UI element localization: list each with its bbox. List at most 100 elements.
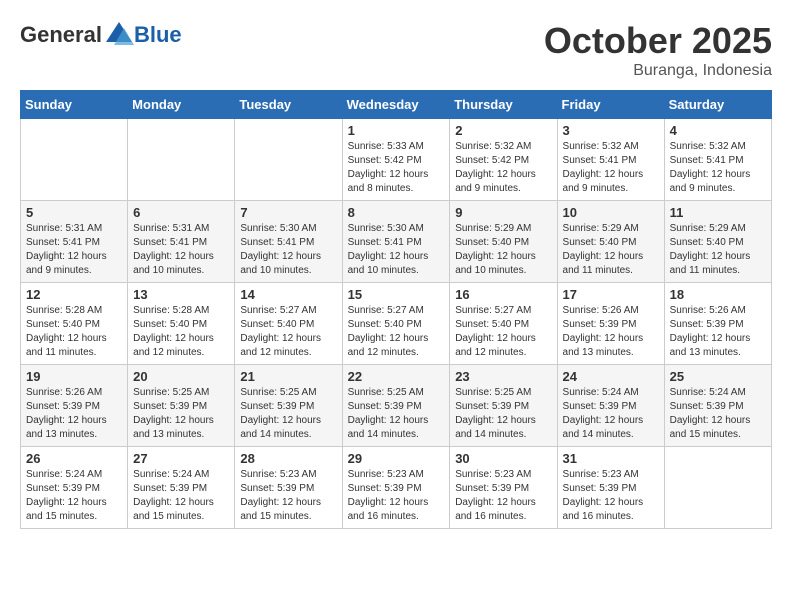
day-number: 30 (455, 451, 551, 466)
day-number: 23 (455, 369, 551, 384)
day-info: Sunrise: 5:31 AM Sunset: 5:41 PM Dayligh… (26, 222, 122, 278)
day-info: Sunrise: 5:23 AM Sunset: 5:39 PM Dayligh… (563, 468, 659, 524)
day-info: Sunrise: 5:25 AM Sunset: 5:39 PM Dayligh… (240, 386, 336, 442)
calendar-cell: 1 Sunrise: 5:33 AM Sunset: 5:42 PM Daylig… (342, 119, 450, 201)
day-number: 19 (26, 369, 122, 384)
calendar-cell: 9 Sunrise: 5:29 AM Sunset: 5:40 PM Daylig… (450, 201, 557, 283)
day-number: 25 (670, 369, 766, 384)
day-number: 6 (133, 205, 229, 220)
weekday-header-sunday: Sunday (21, 91, 128, 119)
day-number: 16 (455, 287, 551, 302)
calendar-cell: 16Sunrise: 5:27 AM Sunset: 5:40 PM Dayli… (450, 283, 557, 365)
day-info: Sunrise: 5:28 AM Sunset: 5:40 PM Dayligh… (133, 304, 229, 360)
day-info: Sunrise: 5:23 AM Sunset: 5:39 PM Dayligh… (455, 468, 551, 524)
weekday-header-friday: Friday (557, 91, 664, 119)
calendar-cell: 26 Sunrise: 5:24 AM Sunset: 5:39 PM Dayli… (21, 447, 128, 529)
day-number: 26 (26, 451, 122, 466)
calendar-cell (664, 447, 771, 529)
day-info: Sunrise: 5:23 AM Sunset: 5:39 PM Dayligh… (240, 468, 336, 524)
calendar-cell: 13Sunrise: 5:28 AM Sunset: 5:40 PM Dayli… (128, 283, 235, 365)
day-info: Sunrise: 5:29 AM Sunset: 5:40 PM Dayligh… (455, 222, 551, 278)
calendar-cell: 2 Sunrise: 5:32 AM Sunset: 5:42 PM Daylig… (450, 119, 557, 201)
week-row-3: 12Sunrise: 5:28 AM Sunset: 5:40 PM Dayli… (21, 283, 772, 365)
day-info: Sunrise: 5:32 AM Sunset: 5:42 PM Dayligh… (455, 140, 551, 196)
day-number: 22 (348, 369, 445, 384)
calendar-cell: 15 Sunrise: 5:27 AM Sunset: 5:40 PM Dayli… (342, 283, 450, 365)
day-number: 14 (240, 287, 336, 302)
day-info: Sunrise: 5:31 AM Sunset: 5:41 PM Dayligh… (133, 222, 229, 278)
day-number: 29 (348, 451, 445, 466)
logo-icon (104, 20, 134, 50)
day-number: 31 (563, 451, 659, 466)
week-row-5: 26 Sunrise: 5:24 AM Sunset: 5:39 PM Dayli… (21, 447, 772, 529)
day-info: Sunrise: 5:24 AM Sunset: 5:39 PM Dayligh… (563, 386, 659, 442)
logo: General Blue (20, 20, 182, 50)
calendar-cell (235, 119, 342, 201)
day-number: 10 (563, 205, 659, 220)
day-number: 17 (563, 287, 659, 302)
weekday-header-monday: Monday (128, 91, 235, 119)
day-number: 28 (240, 451, 336, 466)
logo-blue: Blue (134, 22, 182, 48)
day-info: Sunrise: 5:33 AM Sunset: 5:42 PM Dayligh… (348, 140, 445, 196)
weekday-header-tuesday: Tuesday (235, 91, 342, 119)
day-info: Sunrise: 5:26 AM Sunset: 5:39 PM Dayligh… (563, 304, 659, 360)
day-number: 21 (240, 369, 336, 384)
day-info: Sunrise: 5:29 AM Sunset: 5:40 PM Dayligh… (563, 222, 659, 278)
week-row-1: 1 Sunrise: 5:33 AM Sunset: 5:42 PM Daylig… (21, 119, 772, 201)
calendar-cell: 4Sunrise: 5:32 AM Sunset: 5:41 PM Daylig… (664, 119, 771, 201)
calendar-cell: 8Sunrise: 5:30 AM Sunset: 5:41 PM Daylig… (342, 201, 450, 283)
day-info: Sunrise: 5:29 AM Sunset: 5:40 PM Dayligh… (670, 222, 766, 278)
title-block: October 2025 Buranga, Indonesia (544, 20, 772, 80)
calendar-cell: 12Sunrise: 5:28 AM Sunset: 5:40 PM Dayli… (21, 283, 128, 365)
day-number: 3 (563, 123, 659, 138)
day-number: 2 (455, 123, 551, 138)
calendar-cell: 6 Sunrise: 5:31 AM Sunset: 5:41 PM Daylig… (128, 201, 235, 283)
day-info: Sunrise: 5:27 AM Sunset: 5:40 PM Dayligh… (240, 304, 336, 360)
logo-general: General (20, 22, 102, 48)
month-title: October 2025 (544, 20, 772, 62)
calendar-cell: 22 Sunrise: 5:25 AM Sunset: 5:39 PM Dayli… (342, 365, 450, 447)
day-number: 1 (348, 123, 445, 138)
day-number: 15 (348, 287, 445, 302)
day-info: Sunrise: 5:24 AM Sunset: 5:39 PM Dayligh… (133, 468, 229, 524)
day-info: Sunrise: 5:24 AM Sunset: 5:39 PM Dayligh… (26, 468, 122, 524)
calendar-cell (21, 119, 128, 201)
day-info: Sunrise: 5:32 AM Sunset: 5:41 PM Dayligh… (563, 140, 659, 196)
calendar-cell: 17 Sunrise: 5:26 AM Sunset: 5:39 PM Dayli… (557, 283, 664, 365)
calendar-cell: 20Sunrise: 5:25 AM Sunset: 5:39 PM Dayli… (128, 365, 235, 447)
calendar-cell: 19Sunrise: 5:26 AM Sunset: 5:39 PM Dayli… (21, 365, 128, 447)
page-header: General Blue October 2025 Buranga, Indon… (20, 20, 772, 80)
day-info: Sunrise: 5:25 AM Sunset: 5:39 PM Dayligh… (348, 386, 445, 442)
calendar-cell: 24 Sunrise: 5:24 AM Sunset: 5:39 PM Dayli… (557, 365, 664, 447)
calendar-cell: 28 Sunrise: 5:23 AM Sunset: 5:39 PM Dayli… (235, 447, 342, 529)
day-info: Sunrise: 5:24 AM Sunset: 5:39 PM Dayligh… (670, 386, 766, 442)
calendar-cell: 7Sunrise: 5:30 AM Sunset: 5:41 PM Daylig… (235, 201, 342, 283)
day-number: 4 (670, 123, 766, 138)
weekday-header-saturday: Saturday (664, 91, 771, 119)
day-number: 20 (133, 369, 229, 384)
day-info: Sunrise: 5:28 AM Sunset: 5:40 PM Dayligh… (26, 304, 122, 360)
week-row-4: 19Sunrise: 5:26 AM Sunset: 5:39 PM Dayli… (21, 365, 772, 447)
calendar-cell: 10 Sunrise: 5:29 AM Sunset: 5:40 PM Dayli… (557, 201, 664, 283)
weekday-header-wednesday: Wednesday (342, 91, 450, 119)
calendar-cell: 11 Sunrise: 5:29 AM Sunset: 5:40 PM Dayli… (664, 201, 771, 283)
calendar-cell: 29Sunrise: 5:23 AM Sunset: 5:39 PM Dayli… (342, 447, 450, 529)
calendar-cell: 21 Sunrise: 5:25 AM Sunset: 5:39 PM Dayli… (235, 365, 342, 447)
calendar-cell: 23Sunrise: 5:25 AM Sunset: 5:39 PM Dayli… (450, 365, 557, 447)
weekday-header-row: SundayMondayTuesdayWednesdayThursdayFrid… (21, 91, 772, 119)
calendar-table: SundayMondayTuesdayWednesdayThursdayFrid… (20, 90, 772, 529)
day-number: 7 (240, 205, 336, 220)
calendar-cell: 18Sunrise: 5:26 AM Sunset: 5:39 PM Dayli… (664, 283, 771, 365)
calendar-cell: 14 Sunrise: 5:27 AM Sunset: 5:40 PM Dayli… (235, 283, 342, 365)
day-number: 24 (563, 369, 659, 384)
calendar-cell: 5Sunrise: 5:31 AM Sunset: 5:41 PM Daylig… (21, 201, 128, 283)
calendar-cell: 30 Sunrise: 5:23 AM Sunset: 5:39 PM Dayli… (450, 447, 557, 529)
day-number: 8 (348, 205, 445, 220)
day-number: 18 (670, 287, 766, 302)
day-number: 9 (455, 205, 551, 220)
day-number: 11 (670, 205, 766, 220)
calendar-cell: 25 Sunrise: 5:24 AM Sunset: 5:39 PM Dayli… (664, 365, 771, 447)
calendar-cell: 31 Sunrise: 5:23 AM Sunset: 5:39 PM Dayli… (557, 447, 664, 529)
day-info: Sunrise: 5:27 AM Sunset: 5:40 PM Dayligh… (348, 304, 445, 360)
